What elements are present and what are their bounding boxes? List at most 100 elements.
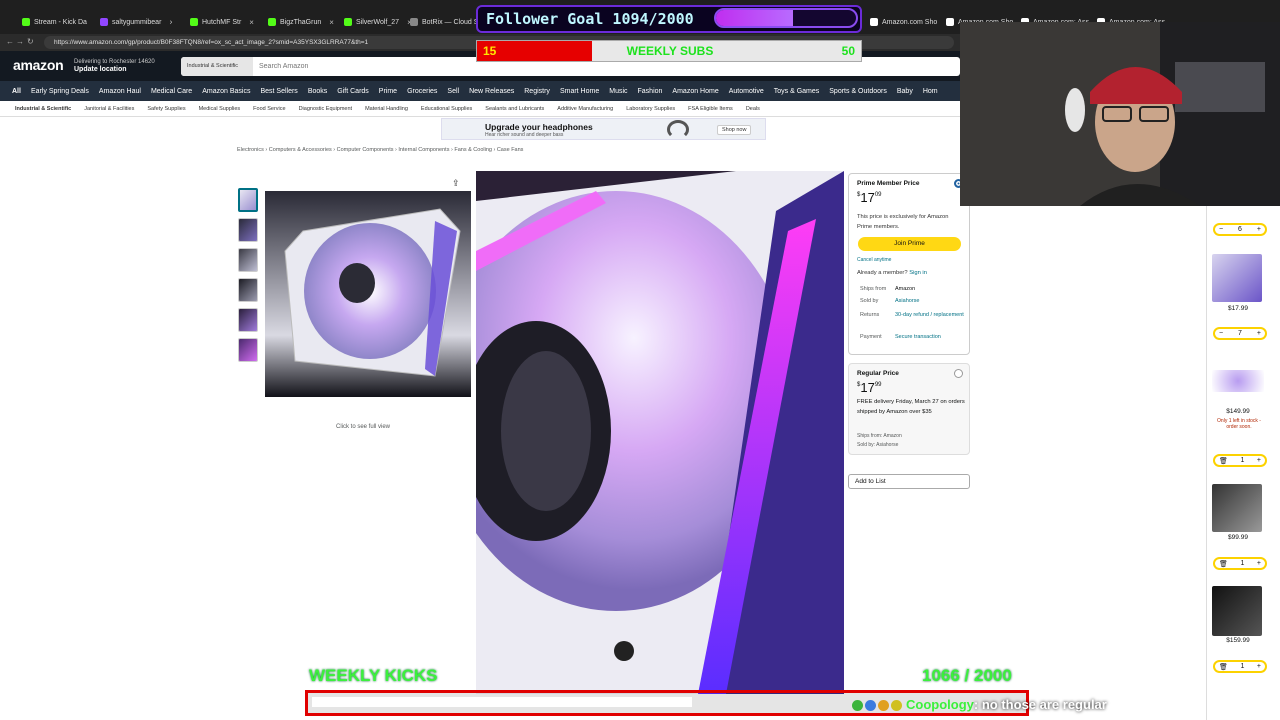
thumbnail[interactable] xyxy=(238,188,258,212)
deliver-line2: Update location xyxy=(74,66,127,73)
browser-tab[interactable]: BigzThaGrun × xyxy=(268,14,340,30)
minus-icon[interactable]: − xyxy=(1219,330,1223,337)
join-prime-button[interactable]: Join Prime xyxy=(858,237,961,251)
returns-value[interactable]: 30-day refund / replacement xyxy=(895,311,965,319)
nav-link[interactable]: Sell xyxy=(447,88,459,95)
tab-favicon-icon xyxy=(946,18,954,26)
browser-tab[interactable]: Amazon.com Sho× xyxy=(870,14,942,30)
returns-key: Returns xyxy=(860,312,880,318)
subnav-link[interactable]: Material Handling xyxy=(365,106,408,112)
plus-icon[interactable]: + xyxy=(1257,330,1261,337)
sign-in-link[interactable]: Sign in xyxy=(909,270,927,276)
browser-tab[interactable]: saltygummibear × xyxy=(100,14,172,30)
reload-icon[interactable]: ↻ xyxy=(27,37,34,46)
nav-link[interactable]: Best Sellers xyxy=(260,88,297,95)
browser-tab[interactable]: SilverWolf_27× xyxy=(344,14,416,30)
subnav-link[interactable]: FSA Eligible Items xyxy=(688,106,733,112)
nav-link[interactable]: Fashion xyxy=(638,88,663,95)
cancel-anytime-link[interactable]: Cancel anytime xyxy=(857,256,965,266)
thumbnail[interactable] xyxy=(238,338,258,362)
plus-icon[interactable]: + xyxy=(1257,457,1261,464)
subnav-link[interactable]: Deals xyxy=(746,106,760,112)
plus-icon[interactable]: + xyxy=(1257,226,1261,233)
trash-icon[interactable]: 🗑 xyxy=(1219,663,1228,671)
trash-icon[interactable]: 🗑 xyxy=(1219,560,1228,568)
trash-icon[interactable]: 🗑 xyxy=(1219,457,1228,465)
subnav-link[interactable]: Sealants and Lubricants xyxy=(485,106,544,112)
nav-link[interactable]: Smart Home xyxy=(560,88,599,95)
headphones-icon xyxy=(667,120,689,139)
subnav-link[interactable]: Additive Manufacturing xyxy=(557,106,613,112)
nav-link[interactable]: Hom xyxy=(923,88,938,95)
shop-now-button[interactable]: Shop now xyxy=(717,125,752,135)
ad-banner[interactable]: Upgrade your headphones Hear richer soun… xyxy=(441,118,766,140)
nav-link[interactable]: Music xyxy=(609,88,627,95)
nav-link[interactable]: Registry xyxy=(524,88,550,95)
nav-link[interactable]: Books xyxy=(308,88,327,95)
thumbnail[interactable] xyxy=(238,308,258,332)
nav-link[interactable]: Amazon Basics xyxy=(202,88,250,95)
browser-tab[interactable]: Stream - Kick Da× xyxy=(22,14,94,30)
plus-icon[interactable]: + xyxy=(1257,663,1261,670)
nav-link[interactable]: Baby xyxy=(897,88,913,95)
chat-message: Coopology: no those are regular xyxy=(852,697,1107,712)
nav-link[interactable]: Prime xyxy=(379,88,397,95)
nav-link[interactable]: Groceries xyxy=(407,88,437,95)
all-menu-button[interactable]: All xyxy=(12,88,21,95)
nav-link[interactable]: New Releases xyxy=(469,88,514,95)
quantity-stepper[interactable]: − 7 + xyxy=(1213,327,1267,340)
sold-by-value[interactable]: Asiahorse xyxy=(895,297,965,305)
nav-link[interactable]: Gift Cards xyxy=(337,88,369,95)
quantity-stepper[interactable]: 🗑 1 + xyxy=(1213,660,1267,673)
cart-item-image[interactable] xyxy=(1212,484,1262,532)
subnav-link[interactable]: Diagnostic Equipment xyxy=(299,106,353,112)
quantity-stepper[interactable]: − 6 + xyxy=(1213,223,1267,236)
category-subnav: Industrial & Scientific Janitorial & Faci… xyxy=(0,101,960,117)
product-main-image[interactable] xyxy=(265,191,471,397)
regular-price-radio[interactable] xyxy=(954,369,963,378)
cart-item-image[interactable] xyxy=(1212,254,1262,302)
back-icon[interactable]: ← xyxy=(6,37,14,46)
quantity-stepper[interactable]: 🗑 1 + xyxy=(1213,557,1267,570)
add-to-list-button[interactable]: Add to List xyxy=(848,474,970,489)
nav-link[interactable]: Medical Care xyxy=(151,88,192,95)
browser-tab[interactable]: BotRix — Cloud S× xyxy=(410,14,482,30)
subnav-link[interactable]: Medical Supplies xyxy=(199,106,241,112)
deliver-line1: Delivering to Rochester 14620 xyxy=(74,59,155,65)
subnav-link[interactable]: Safety Supplies xyxy=(147,106,185,112)
thumbnail[interactable] xyxy=(238,278,258,302)
forward-icon[interactable]: → xyxy=(16,37,24,46)
subnav-link[interactable]: Industrial & Scientific xyxy=(15,106,71,112)
quantity-stepper[interactable]: 🗑 1 + xyxy=(1213,454,1267,467)
payment-value[interactable]: Secure transaction xyxy=(895,333,965,341)
cart-item-image[interactable] xyxy=(1212,370,1264,392)
prime-price-option[interactable]: Prime Member Price $1709 This price is e… xyxy=(848,173,970,355)
share-icon[interactable]: ⇪ xyxy=(452,178,460,189)
nav-link[interactable]: Amazon Haul xyxy=(99,88,141,95)
subnav-link[interactable]: Food Service xyxy=(253,106,285,112)
deliver-to[interactable]: Delivering to Rochester 14620 Update loc… xyxy=(74,58,155,74)
subnav-link[interactable]: Laboratory Supplies xyxy=(626,106,675,112)
subnav-link[interactable]: Janitorial & Facilities xyxy=(84,106,134,112)
click-full-view[interactable]: Click to see full view xyxy=(336,424,390,430)
search-category-select[interactable]: Industrial & Scientific xyxy=(181,57,253,76)
nav-link[interactable]: Sports & Outdoors xyxy=(829,88,887,95)
regular-price-option[interactable]: Regular Price $1799 FREE delivery Friday… xyxy=(848,363,970,455)
subnav-link[interactable]: Educational Supplies xyxy=(421,106,472,112)
close-tab-icon[interactable]: × xyxy=(169,18,172,27)
thumbnail[interactable] xyxy=(238,218,258,242)
nav-link[interactable]: Toys & Games xyxy=(774,88,820,95)
amazon-logo[interactable]: amazon xyxy=(13,57,64,73)
nav-link[interactable]: Automotive xyxy=(729,88,764,95)
minus-icon[interactable]: − xyxy=(1219,226,1223,233)
close-tab-icon[interactable]: × xyxy=(329,18,334,27)
nav-link[interactable]: Amazon Home xyxy=(672,88,718,95)
quantity-value: 6 xyxy=(1238,226,1242,233)
breadcrumb[interactable]: Electronics › Computers & Accessories › … xyxy=(237,147,523,153)
thumbnail[interactable] xyxy=(238,248,258,272)
cart-item-image[interactable] xyxy=(1212,586,1262,636)
plus-icon[interactable]: + xyxy=(1257,560,1261,567)
close-tab-icon[interactable]: × xyxy=(249,18,254,27)
browser-tab[interactable]: HutchMF Str × xyxy=(190,14,262,30)
nav-link[interactable]: Early Spring Deals xyxy=(31,88,89,95)
